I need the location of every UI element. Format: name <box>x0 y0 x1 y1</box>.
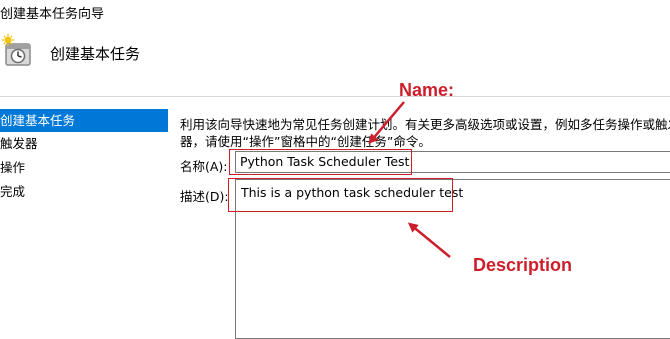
name-label: 名称(A): <box>180 159 228 174</box>
description-label: 描述(D): <box>180 189 229 204</box>
header-divider <box>0 96 670 97</box>
page-title: 创建基本任务 <box>50 45 141 63</box>
window-title: 创建基本任务向导 <box>0 7 105 22</box>
nav-item-create-basic-task[interactable]: 创建基本任务 <box>0 109 168 132</box>
description-highlight-box <box>228 178 453 212</box>
name-annotation-label: Name: <box>399 80 455 100</box>
nav-item-trigger[interactable]: 触发器 <box>0 132 168 155</box>
name-highlight-box <box>229 149 412 175</box>
nav-item-action[interactable]: 操作 <box>0 156 168 179</box>
nav-item-finish[interactable]: 完成 <box>0 180 168 203</box>
clock-task-icon <box>2 34 36 68</box>
wizard-description-line-2: 器，请使用“操作”窗格中的“创建任务”命令。 <box>180 134 431 149</box>
description-annotation-label: Description <box>473 255 573 275</box>
